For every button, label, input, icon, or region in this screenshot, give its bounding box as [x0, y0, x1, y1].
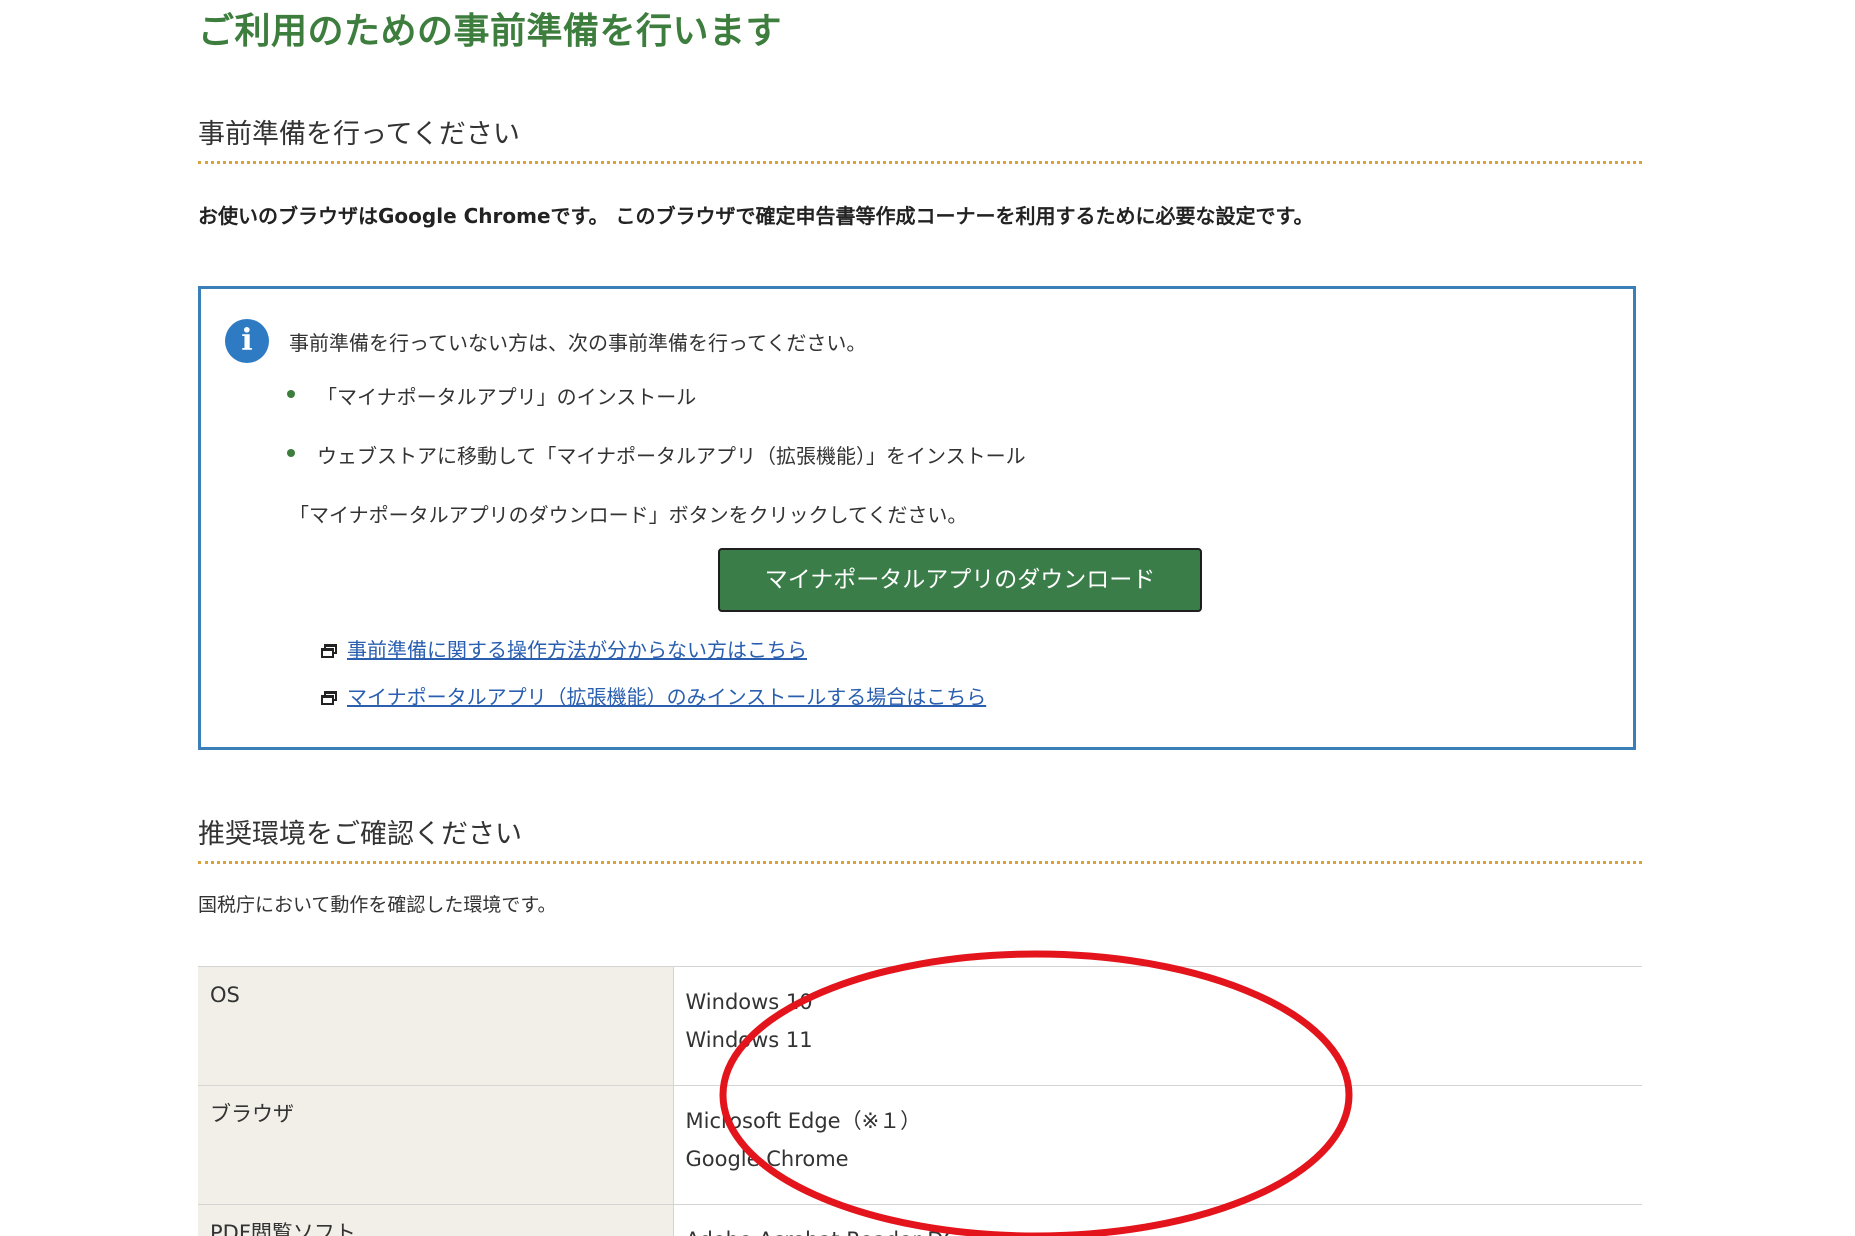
page: ご利用のための事前準備を行います 事前準備を行ってください お使いのブラウザはG… — [0, 0, 1855, 1236]
browser-note: お使いのブラウザはGoogle Chromeです。 このブラウザで確定申告書等作… — [198, 204, 1314, 228]
bullet-icon — [287, 390, 295, 398]
info-lead-text: 事前準備を行っていない方は、次の事前準備を行ってください。 — [289, 331, 867, 355]
table-row: PDF閲覧ソフト Adobe Acrobat Reader DC — [198, 1204, 1642, 1236]
environment-note: 国税庁において動作を確認した環境です。 — [198, 894, 557, 916]
row-label: OS — [198, 966, 674, 1086]
operation-help-link[interactable]: 事前準備に関する操作方法が分からない方はこちら — [347, 638, 807, 662]
row-value: Windows 10 Windows 11 — [673, 966, 1642, 1086]
new-window-icon — [321, 644, 337, 658]
new-window-icon — [321, 691, 337, 705]
step-label: ウェブストアに移動して「マイナポータルアプリ（拡張機能）」をインストール — [317, 444, 1026, 468]
bullet-icon — [287, 449, 295, 457]
preparation-heading: 事前準備を行ってください — [198, 112, 1642, 164]
table-row: ブラウザ Microsoft Edge（※１） Google Chrome — [198, 1085, 1642, 1205]
row-label: PDF閲覧ソフト — [198, 1204, 674, 1236]
row-value: Adobe Acrobat Reader DC — [673, 1204, 1642, 1236]
info-box: i 事前準備を行っていない方は、次の事前準備を行ってください。 「マイナポータル… — [198, 286, 1636, 750]
environment-heading: 推奨環境をご確認ください — [198, 812, 1642, 864]
list-item: 「マイナポータルアプリ」のインストール — [287, 381, 1026, 440]
environment-table: OS Windows 10 Windows 11 ブラウザ Microsoft … — [198, 966, 1642, 1236]
help-link-extension[interactable]: マイナポータルアプリ（拡張機能）のみインストールする場合はこちら — [321, 681, 986, 710]
row-value: Microsoft Edge（※１） Google Chrome — [673, 1085, 1642, 1205]
help-link-operation[interactable]: 事前準備に関する操作方法が分からない方はこちら — [321, 634, 807, 663]
preparation-steps: 「マイナポータルアプリ」のインストール ウェブストアに移動して「マイナポータルア… — [287, 381, 1026, 499]
extension-install-link[interactable]: マイナポータルアプリ（拡張機能）のみインストールする場合はこちら — [347, 685, 986, 709]
download-instruction: 「マイナポータルアプリのダウンロード」ボタンをクリックしてください。 — [289, 503, 968, 527]
download-app-button[interactable]: マイナポータルアプリのダウンロード — [718, 548, 1202, 612]
list-item: ウェブストアに移動して「マイナポータルアプリ（拡張機能）」をインストール — [287, 440, 1026, 499]
page-title: ご利用のための事前準備を行います — [198, 11, 783, 52]
row-label: ブラウザ — [198, 1085, 674, 1205]
info-icon: i — [225, 319, 269, 363]
step-label: 「マイナポータルアプリ」のインストール — [317, 385, 697, 409]
table-row: OS Windows 10 Windows 11 — [198, 966, 1642, 1086]
